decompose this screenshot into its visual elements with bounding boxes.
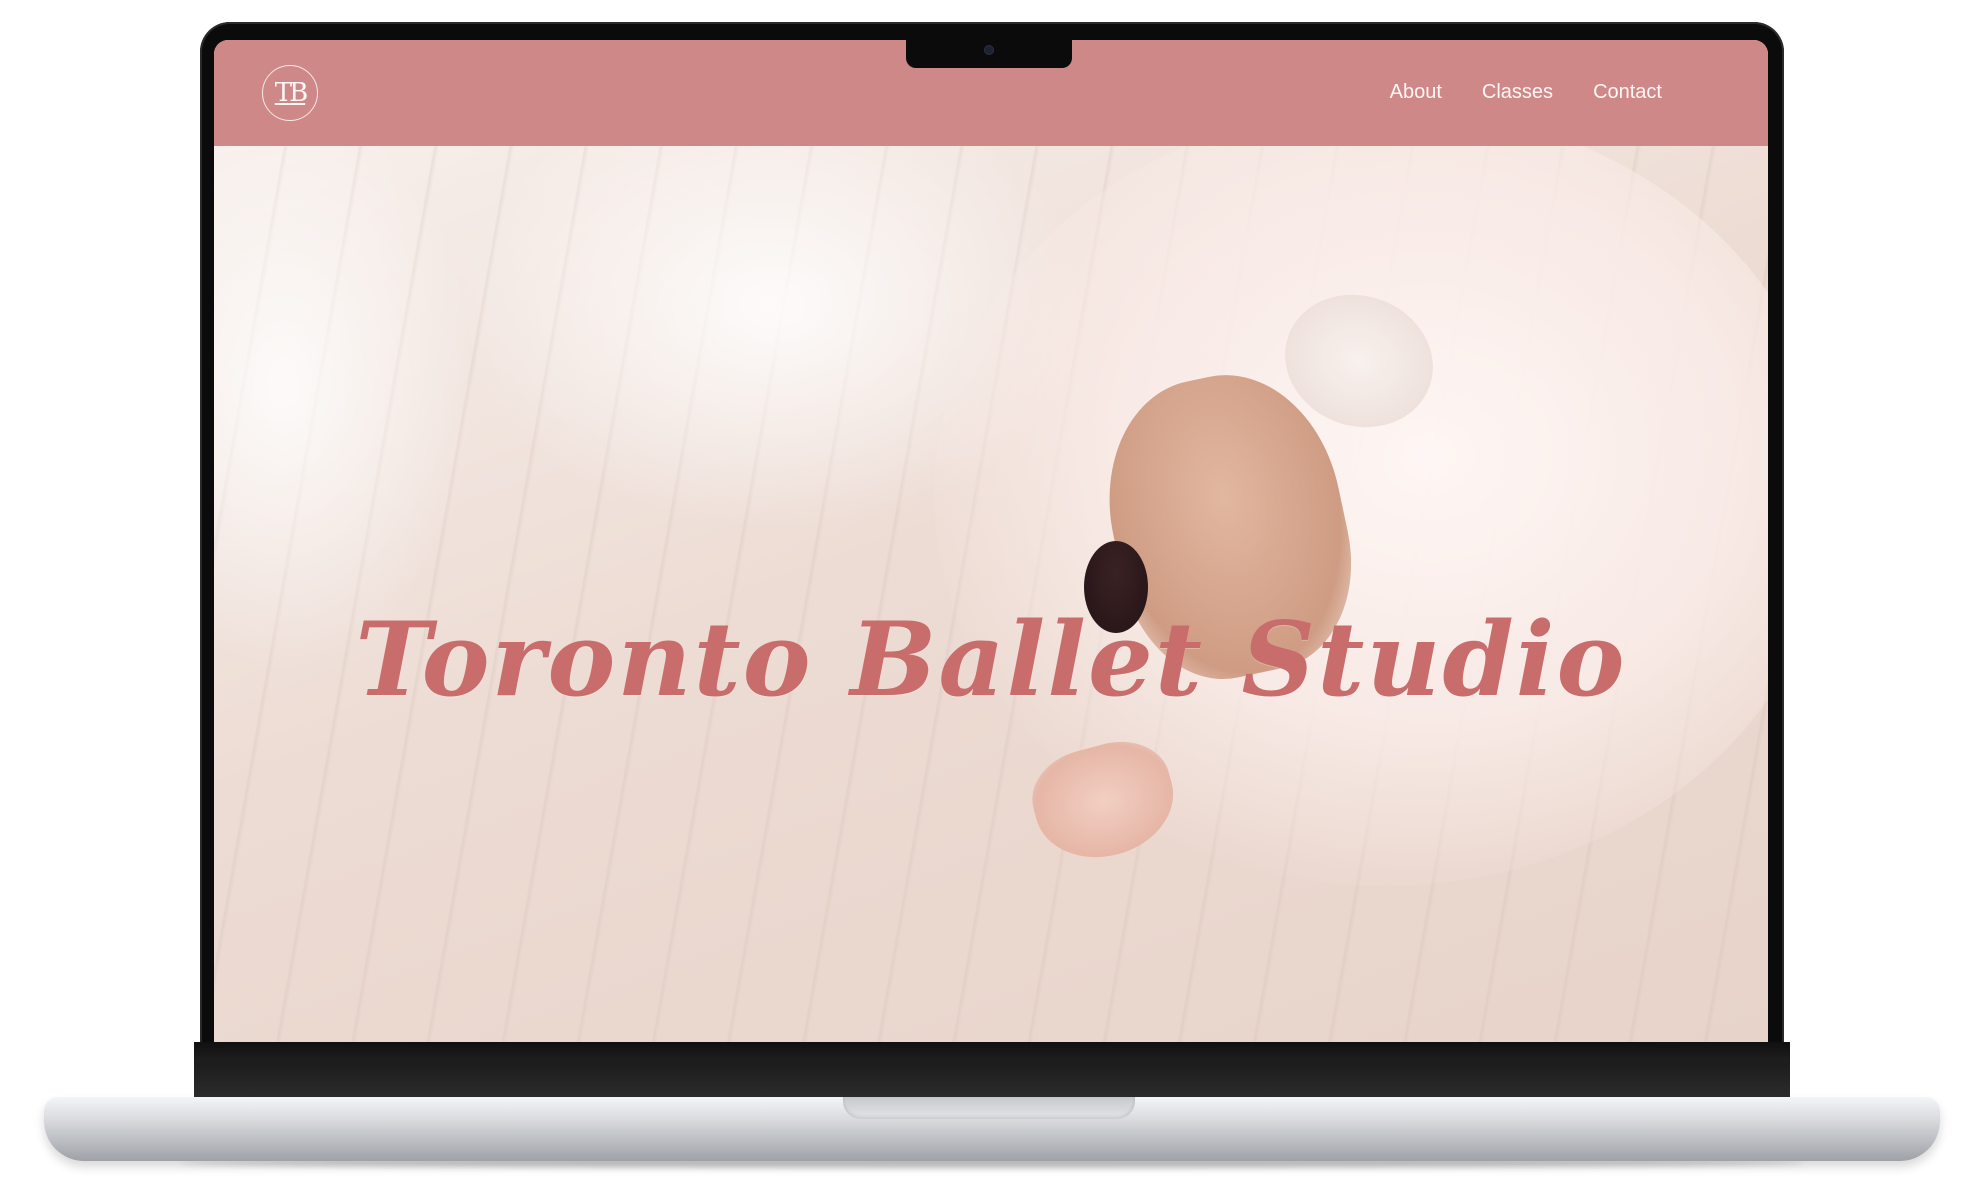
nav-link-contact[interactable]: Contact	[1593, 80, 1662, 104]
trackpad-notch	[843, 1097, 1135, 1119]
main-nav: About Classes Contact	[1390, 80, 1662, 104]
camera-icon	[985, 46, 993, 54]
studio-logo[interactable]: TB	[262, 65, 318, 121]
laptop-screen: TB About Classes Contact Toronto Ballet …	[214, 40, 1768, 1042]
laptop-hinge	[194, 1062, 1790, 1098]
hero-banner: Toronto Ballet Studio	[214, 146, 1768, 1042]
camera-notch	[906, 40, 1072, 68]
nav-link-about[interactable]: About	[1390, 80, 1442, 104]
nav-link-classes[interactable]: Classes	[1482, 80, 1553, 104]
hero-title: Toronto Ballet Studio	[355, 600, 1627, 721]
